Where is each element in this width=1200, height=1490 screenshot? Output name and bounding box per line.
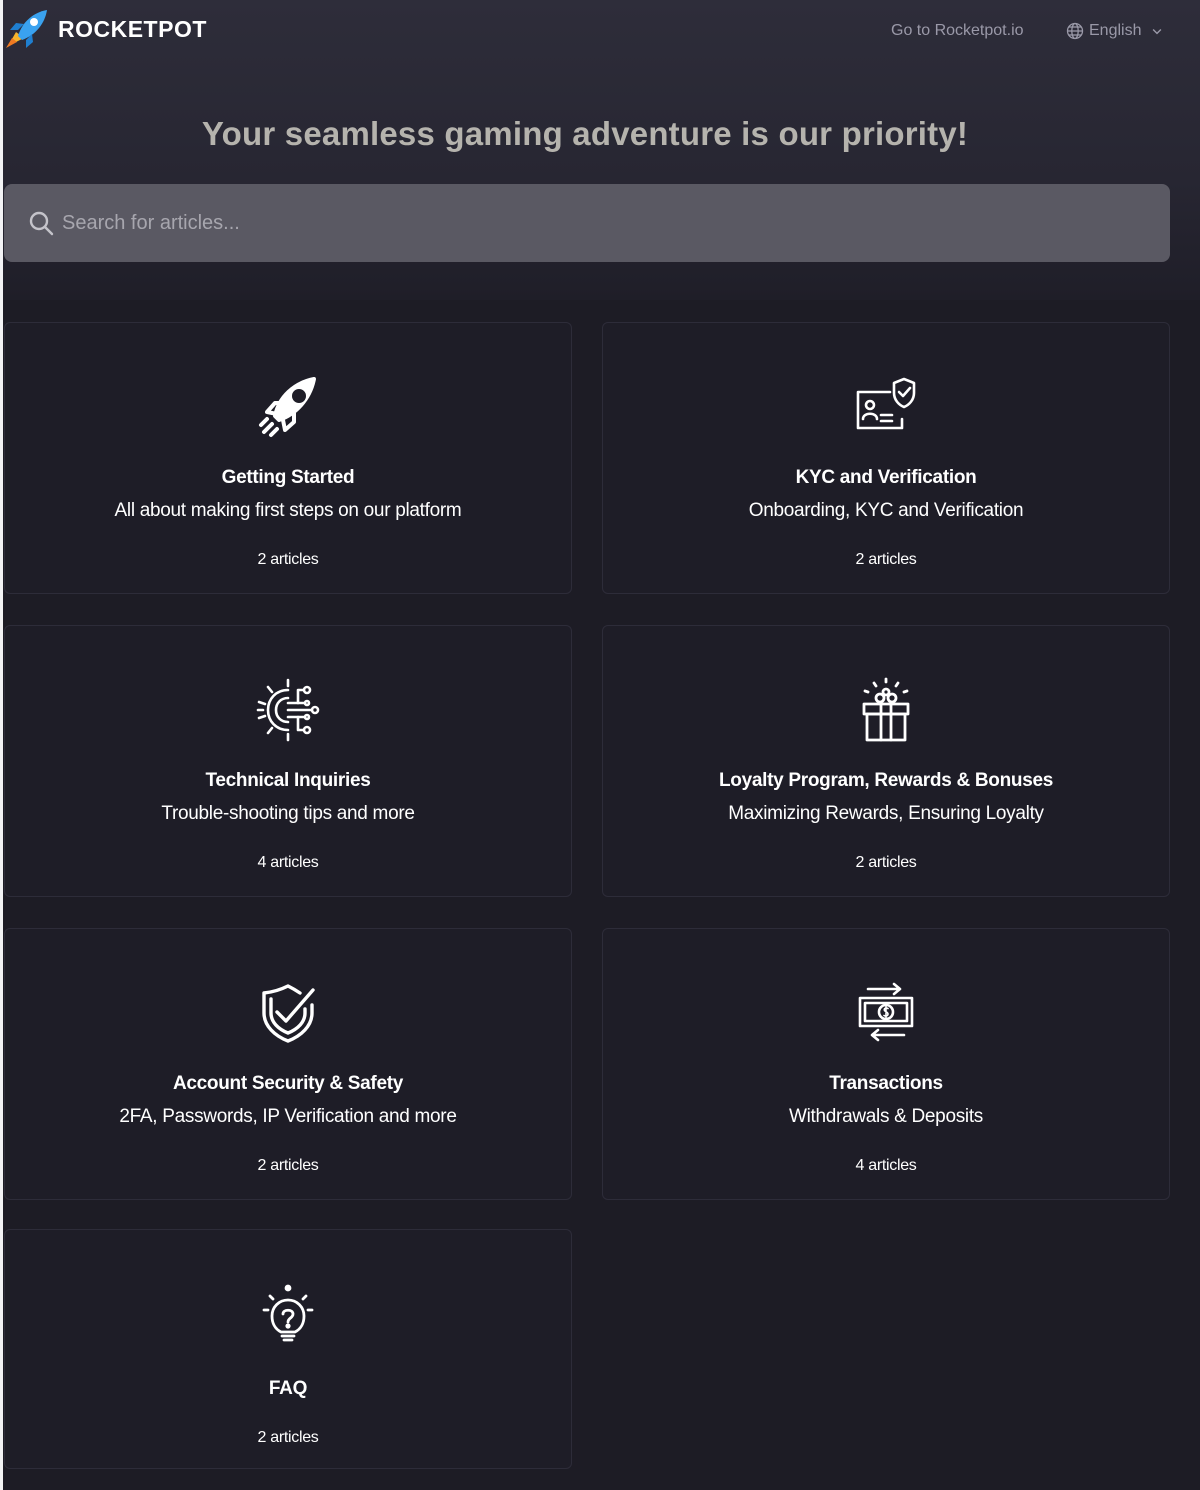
- card-article-count: 2 articles: [257, 1157, 319, 1174]
- search-bar: [4, 184, 1170, 262]
- chevron-down-icon: [1153, 28, 1162, 35]
- category-card-kyc[interactable]: KYC and Verification Onboarding, KYC and…: [602, 322, 1170, 594]
- globe-icon: [1066, 22, 1084, 40]
- id-card-shield-icon: [856, 377, 916, 430]
- category-card-transactions[interactable]: Transactions Withdrawals & Deposits 4 ar…: [602, 928, 1170, 1200]
- search-input[interactable]: [62, 184, 1142, 262]
- shield-check-icon: [262, 984, 315, 1043]
- top-header: ROCKETPOT Go to Rocketpot.io English: [0, 0, 1200, 62]
- gift-icon: [862, 677, 910, 742]
- question-bulb-icon: [262, 1284, 314, 1342]
- card-description: Trouble-shooting tips and more: [161, 803, 415, 824]
- rocket-logo-icon: [6, 10, 47, 48]
- card-article-count: 4 articles: [257, 854, 319, 871]
- card-title: Loyalty Program, Rewards & Bonuses: [718, 770, 1053, 791]
- card-article-count: 2 articles: [855, 551, 917, 568]
- card-title: FAQ: [268, 1378, 308, 1399]
- category-card-faq[interactable]: FAQ 2 articles: [4, 1229, 572, 1469]
- page-headline: Your seamless gaming adventure is our pr…: [201, 115, 969, 152]
- card-description: 2FA, Passwords, IP Verification and more: [119, 1106, 457, 1127]
- card-article-count: 2 articles: [257, 551, 319, 568]
- category-card-technical-inquiries[interactable]: Technical Inquiries Trouble-shooting tip…: [4, 625, 572, 897]
- card-article-count: 2 articles: [855, 854, 917, 871]
- card-description: All about making first steps on our plat…: [114, 500, 462, 521]
- card-article-count: 4 articles: [855, 1157, 917, 1174]
- gear-circuit-icon: [256, 678, 320, 742]
- category-card-account-security[interactable]: Account Security & Safety 2FA, Passwords…: [4, 928, 572, 1200]
- logo-link[interactable]: ROCKETPOT: [4, 8, 207, 50]
- card-article-count: 2 articles: [257, 1429, 319, 1446]
- card-title: KYC and Verification: [795, 467, 977, 488]
- card-title: Getting Started: [221, 467, 355, 488]
- card-description: Maximizing Rewards, Ensuring Loyalty: [728, 803, 1044, 824]
- card-description: Withdrawals & Deposits: [788, 1106, 984, 1127]
- search-icon: [29, 211, 54, 236]
- category-card-getting-started[interactable]: Getting Started All about making first s…: [4, 322, 572, 594]
- window-edge: [0, 0, 3, 1490]
- card-title: Account Security & Safety: [172, 1073, 404, 1094]
- language-label: English: [1089, 22, 1142, 39]
- logo-text: ROCKETPOT: [58, 15, 207, 42]
- goto-rocketpot-link[interactable]: Go to Rocketpot.io: [891, 22, 1024, 40]
- category-card-loyalty[interactable]: Loyalty Program, Rewards & Bonuses Maxim…: [602, 625, 1170, 897]
- rocket-icon: [259, 377, 316, 437]
- card-description: Onboarding, KYC and Verification: [748, 500, 1024, 521]
- language-selector[interactable]: English: [1066, 22, 1164, 40]
- money-transfer-icon: [858, 982, 914, 1042]
- card-title: Technical Inquiries: [205, 770, 371, 791]
- card-title: Transactions: [829, 1073, 943, 1094]
